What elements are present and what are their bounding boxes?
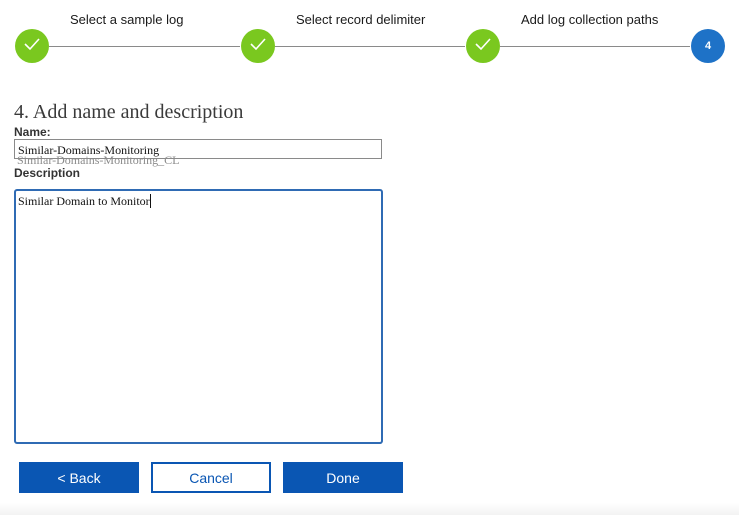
text-cursor xyxy=(149,194,151,208)
step-2-label: Select record delimiter xyxy=(296,12,426,27)
step-connector xyxy=(275,46,465,47)
wizard-progress: Select a sample log Select record delimi… xyxy=(0,0,739,80)
step-1-complete xyxy=(15,29,49,63)
checkmark-icon xyxy=(21,33,43,60)
checkmark-icon xyxy=(472,33,494,60)
step-4-current: 4 xyxy=(691,29,725,63)
done-button[interactable]: Done xyxy=(283,462,403,493)
checkmark-icon xyxy=(247,33,269,60)
cancel-button[interactable]: Cancel xyxy=(151,462,271,493)
section-title: 4. Add name and description xyxy=(14,101,244,123)
step-number: 4 xyxy=(704,40,712,52)
step-connector xyxy=(500,46,690,47)
description-textarea[interactable]: Similar Domain to Monitor xyxy=(14,189,383,444)
step-connector xyxy=(49,46,240,47)
description-label: Description xyxy=(14,166,81,180)
step-3-complete xyxy=(466,29,500,63)
step-2-complete xyxy=(241,29,275,63)
step-3-label: Add log collection paths xyxy=(521,12,659,27)
name-label: Name: xyxy=(14,125,51,139)
back-button[interactable]: < Back xyxy=(19,462,139,493)
description-text: Similar Domain to Monitor xyxy=(18,194,150,208)
bottom-divider xyxy=(0,503,739,515)
step-1-label: Select a sample log xyxy=(70,12,184,27)
